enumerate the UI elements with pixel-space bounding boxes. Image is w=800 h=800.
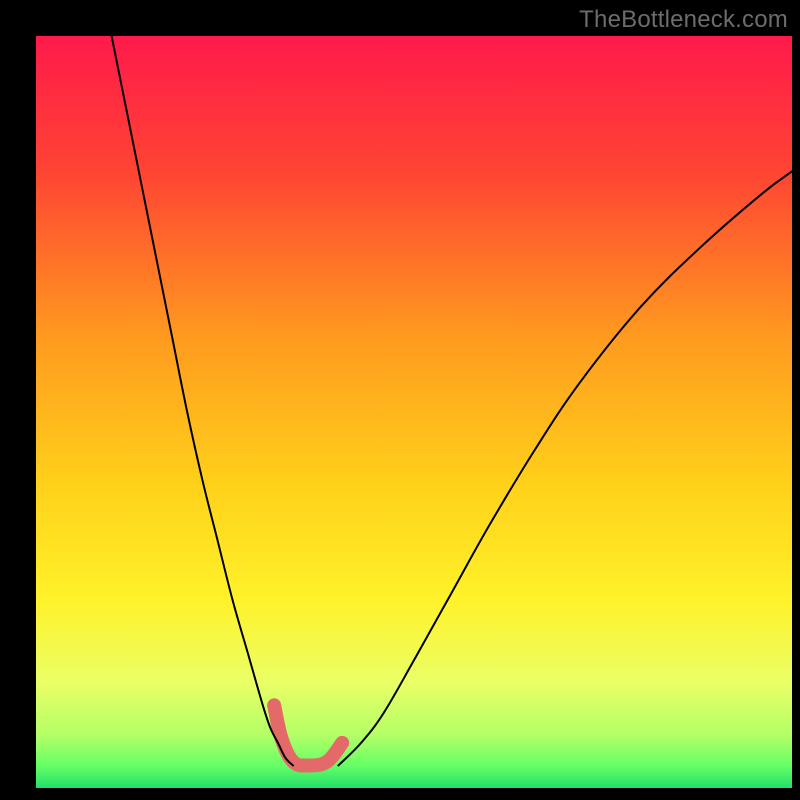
bottleneck-chart <box>36 36 792 788</box>
chart-frame: TheBottleneck.com <box>0 0 800 800</box>
chart-svg <box>36 36 792 788</box>
watermark-label: TheBottleneck.com <box>579 6 788 34</box>
chart-background <box>36 36 792 788</box>
